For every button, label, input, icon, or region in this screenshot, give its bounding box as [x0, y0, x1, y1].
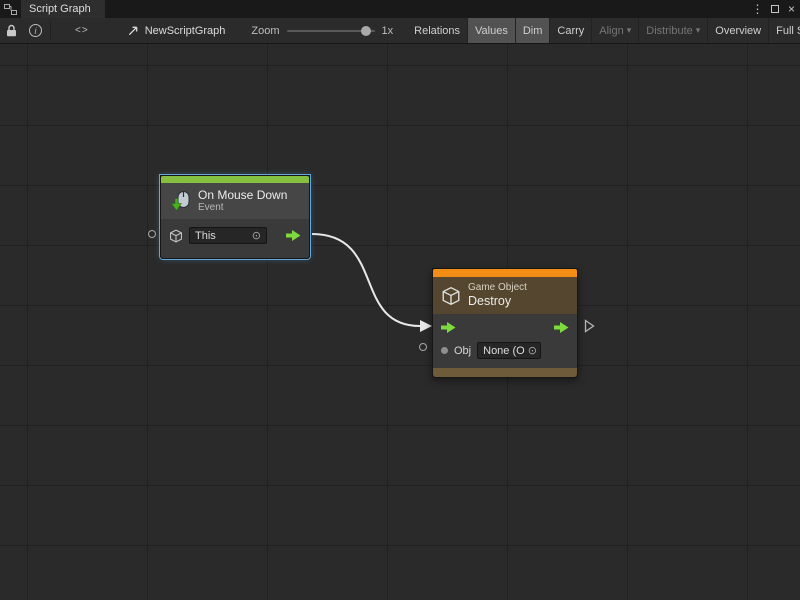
obj-field-value: None (O: [483, 345, 525, 357]
titlebar-spacer: [105, 0, 749, 18]
flow-arrow-icon: [554, 322, 569, 333]
node-titles: Game Object Destroy: [468, 282, 527, 309]
control-flow-row: [433, 314, 577, 340]
node-accent-strip: [433, 269, 577, 277]
maximize-button[interactable]: [766, 0, 783, 18]
unconnected-output-port[interactable]: [584, 319, 595, 333]
obj-field[interactable]: None (O ⊙: [477, 342, 541, 359]
flow-arrow-icon: [286, 230, 301, 241]
node-destroy[interactable]: Game Object Destroy: [432, 268, 578, 378]
node-ports: Obj None (O ⊙: [433, 314, 577, 368]
script-graph-asset-icon: [127, 25, 139, 37]
node-category: Game Object: [468, 282, 527, 294]
button-overview[interactable]: Overview: [708, 18, 769, 43]
button-carry[interactable]: Carry: [550, 18, 592, 43]
toolbar-divider: [50, 22, 51, 39]
control-output-port[interactable]: [286, 230, 301, 241]
zoom-slider-handle[interactable]: [361, 26, 371, 36]
button-relations[interactable]: Relations: [407, 18, 468, 43]
connection-wire: [0, 44, 800, 600]
object-picker-icon[interactable]: ⊙: [252, 229, 261, 242]
edit-graph-button[interactable]: <>: [69, 18, 95, 43]
target-input-port[interactable]: [148, 230, 156, 238]
control-output-port[interactable]: [554, 322, 569, 336]
obj-label: Obj: [454, 345, 471, 357]
button-dim[interactable]: Dim: [516, 18, 551, 43]
game-object-icon: [441, 286, 461, 306]
toolbar-buttons: Relations Values Dim Carry Align ▾ Distr…: [407, 18, 800, 43]
zoom-slider[interactable]: [287, 30, 375, 32]
button-values[interactable]: Values: [468, 18, 516, 43]
graph-window-icon: [0, 0, 21, 18]
object-picker-icon[interactable]: ⊙: [528, 344, 537, 357]
node-title: Destroy: [468, 294, 527, 309]
node-accent-strip: [161, 176, 309, 183]
node-ports: This ⊙: [161, 219, 309, 258]
node-title: On Mouse Down: [198, 188, 287, 202]
info-button[interactable]: i: [23, 18, 48, 43]
window-menu-button[interactable]: ⋮: [749, 0, 766, 18]
distribute-label: Distribute: [646, 25, 692, 37]
node-on-mouse-down[interactable]: On Mouse Down Event This ⊙: [160, 175, 310, 259]
obj-input-port[interactable]: [419, 343, 427, 351]
chevron-down-icon: ▾: [696, 25, 701, 36]
lock-icon: [6, 24, 17, 37]
lock-button[interactable]: [0, 18, 23, 43]
graph-name-label: NewScriptGraph: [145, 25, 226, 37]
control-input-port[interactable]: [441, 322, 456, 336]
flow-arrow-icon: [441, 322, 456, 333]
target-field[interactable]: This ⊙: [189, 227, 267, 244]
node-titles: On Mouse Down Event: [198, 188, 287, 214]
close-button[interactable]: ×: [783, 0, 800, 18]
button-align[interactable]: Align ▾: [592, 18, 639, 43]
node-header[interactable]: Game Object Destroy: [433, 277, 577, 314]
button-distribute[interactable]: Distribute ▾: [639, 18, 708, 43]
zoom-label: Zoom: [251, 25, 279, 37]
target-field-value: This: [195, 230, 216, 242]
align-label: Align: [599, 25, 623, 37]
obj-input-row: Obj None (O ⊙: [433, 340, 577, 368]
zoom-control: Zoom 1x: [251, 18, 393, 43]
mouse-down-event-icon: [169, 190, 191, 212]
graph-toolbar: i <> NewScriptGraph Zoom 1x Relations Va…: [0, 18, 800, 44]
graph-canvas[interactable]: On Mouse Down Event This ⊙: [0, 44, 800, 600]
maximize-icon: [771, 5, 779, 13]
hollow-arrow-icon: [584, 319, 595, 333]
game-object-icon: [169, 229, 183, 243]
code-icon: <>: [75, 25, 89, 36]
graph-reference[interactable]: NewScriptGraph: [127, 18, 226, 43]
chevron-down-icon: ▾: [627, 25, 632, 36]
value-port-dot[interactable]: [441, 347, 448, 354]
window-titlebar: Script Graph ⋮ ×: [0, 0, 800, 18]
node-header[interactable]: On Mouse Down Event: [161, 183, 309, 219]
zoom-value: 1x: [382, 25, 394, 37]
node-subtitle: Event: [198, 202, 287, 214]
button-full-screen[interactable]: Full S: [769, 18, 800, 43]
node-footer: [433, 368, 577, 377]
info-icon: i: [29, 24, 42, 37]
tab-script-graph[interactable]: Script Graph: [21, 0, 105, 18]
tab-title: Script Graph: [29, 3, 91, 15]
